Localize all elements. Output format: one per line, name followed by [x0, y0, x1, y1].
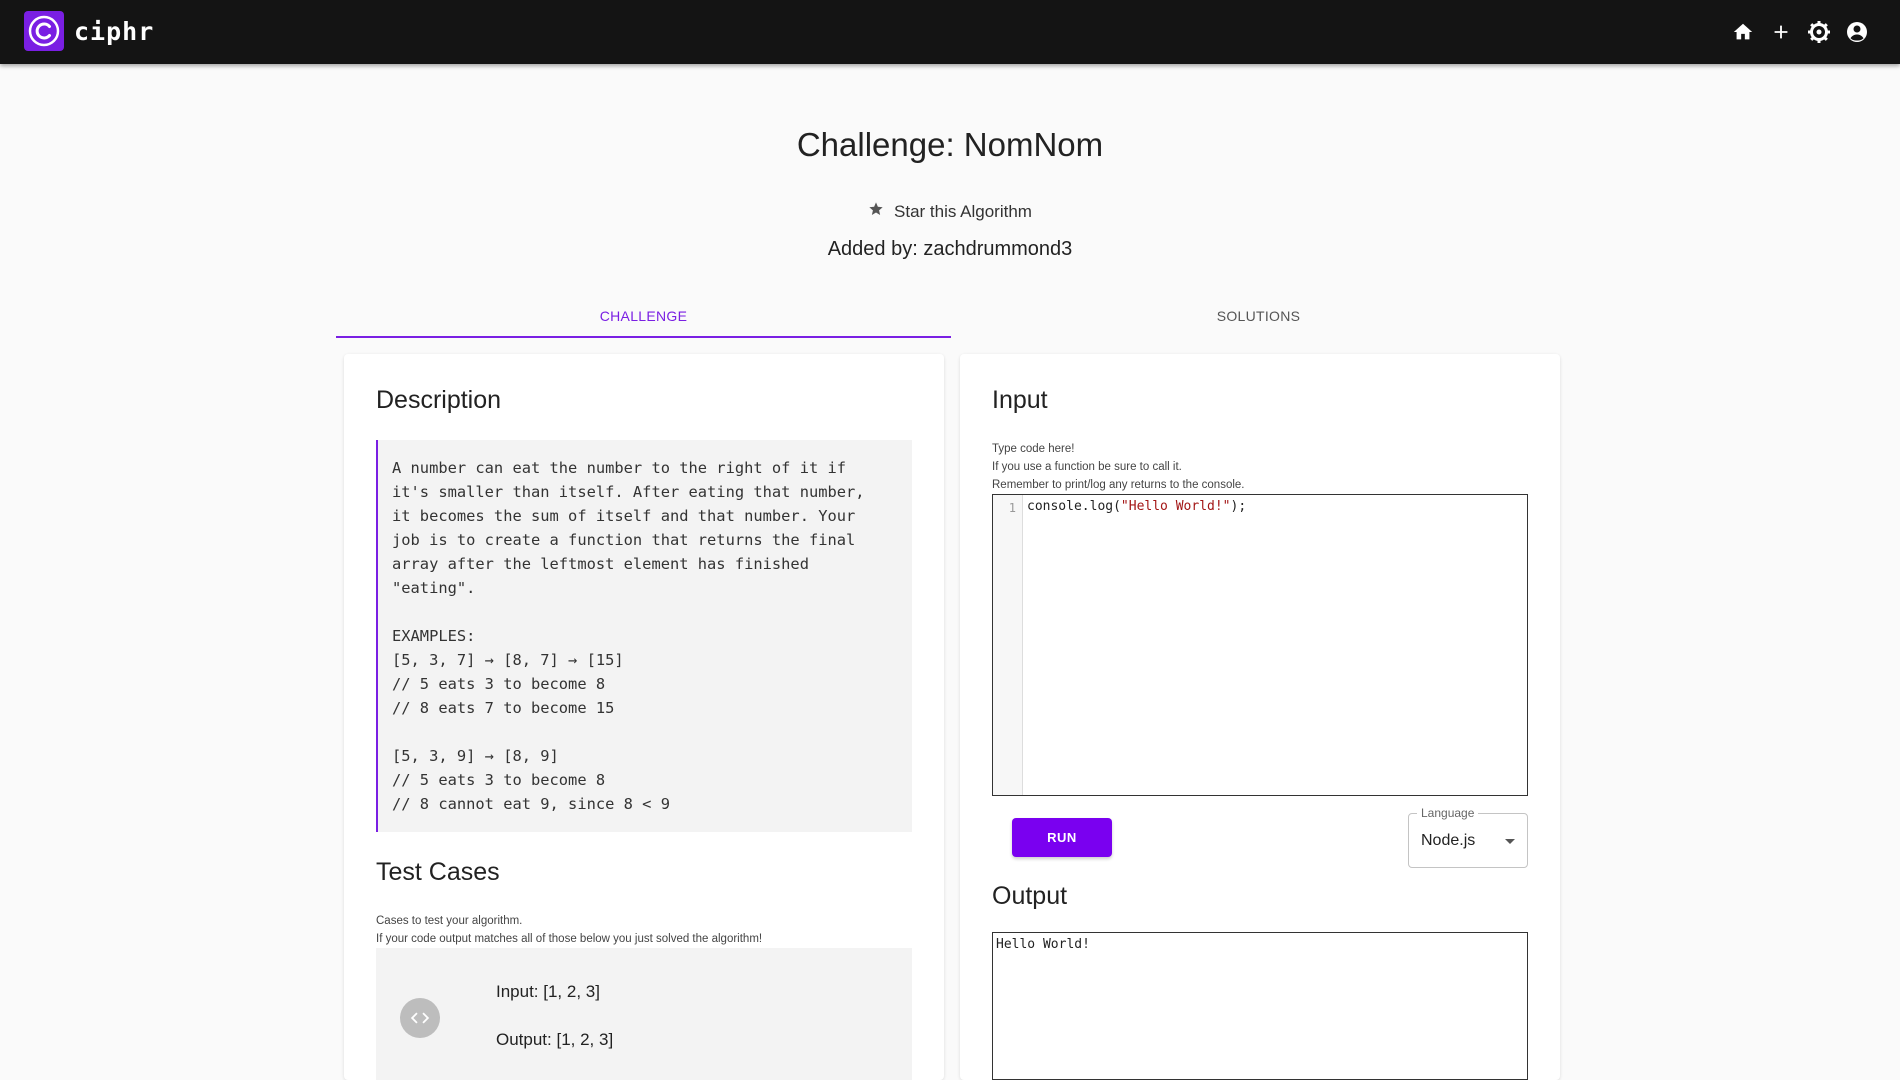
code-line[interactable]: console.log("Hello World!"); — [1027, 499, 1246, 514]
code-token: ); — [1230, 499, 1247, 514]
ciphr-logo-icon — [24, 11, 64, 51]
added-by: Added by: zachdrummond3 — [827, 238, 1073, 260]
account-icon[interactable] — [1844, 19, 1870, 45]
plus-icon[interactable] — [1768, 19, 1794, 45]
tab-bar: CHALLENGE SOLUTIONS — [336, 300, 1566, 338]
output-heading: Output — [992, 882, 1068, 910]
test-case-input: Input: [1, 2, 3] — [496, 982, 600, 1001]
description-text: A number can eat the number to the right… — [376, 440, 912, 832]
top-app-bar: ciphr — [0, 0, 1900, 64]
tab-solutions[interactable]: SOLUTIONS — [951, 300, 1566, 338]
star-algorithm-button[interactable]: Star this Algorithm — [0, 201, 1900, 222]
input-heading: Input — [992, 386, 1048, 414]
brand-name: ciphr — [74, 16, 155, 46]
test-case-item: Input: [1, 2, 3] Output: [1, 2, 3] — [376, 948, 912, 1080]
description-heading: Description — [376, 386, 502, 414]
test-cases-note-line: Cases to test your algorithm. — [376, 915, 523, 927]
page-title: Challenge: NomNom — [796, 126, 1104, 163]
input-hints: Type code here! If you use a function be… — [992, 440, 1245, 494]
language-select[interactable]: Language Node.js — [1408, 806, 1528, 868]
code-editor[interactable]: 1 console.log("Hello World!"); — [992, 494, 1528, 796]
line-number: 1 — [1008, 501, 1016, 515]
code-token: console.log( — [1027, 499, 1121, 514]
challenge-card: Description A number can eat the number … — [344, 354, 944, 1080]
output-console: Hello World! — [992, 932, 1528, 1080]
star-icon — [868, 201, 884, 222]
code-icon[interactable] — [400, 998, 440, 1038]
input-hint-line: Type code here! — [992, 443, 1075, 455]
editor-card: Input Type code here! If you use a funct… — [960, 354, 1560, 1080]
input-hint-line: Remember to print/log any returns to the… — [992, 479, 1245, 491]
test-case-output: Output: [1, 2, 3] — [496, 1030, 614, 1049]
language-label: Language — [1417, 806, 1479, 820]
tab-challenge[interactable]: CHALLENGE — [336, 300, 951, 338]
language-value: Node.js — [1421, 832, 1476, 849]
nav-icons — [1730, 19, 1870, 45]
settings-icon[interactable] — [1806, 19, 1832, 45]
editor-gutter: 1 — [993, 495, 1023, 795]
code-string-token: "Hello World!" — [1120, 499, 1231, 514]
run-button[interactable]: RUN — [1012, 818, 1112, 857]
test-cases-heading: Test Cases — [376, 858, 500, 886]
test-cases-note-line: If your code output matches all of those… — [376, 933, 763, 945]
chevron-down-icon — [1505, 839, 1515, 844]
home-icon[interactable] — [1730, 19, 1756, 45]
test-cases-note: Cases to test your algorithm. If your co… — [376, 912, 762, 948]
brand[interactable]: ciphr — [24, 11, 154, 51]
input-hint-line: If you use a function be sure to call it… — [992, 461, 1182, 473]
star-label: Star this Algorithm — [894, 201, 1032, 221]
